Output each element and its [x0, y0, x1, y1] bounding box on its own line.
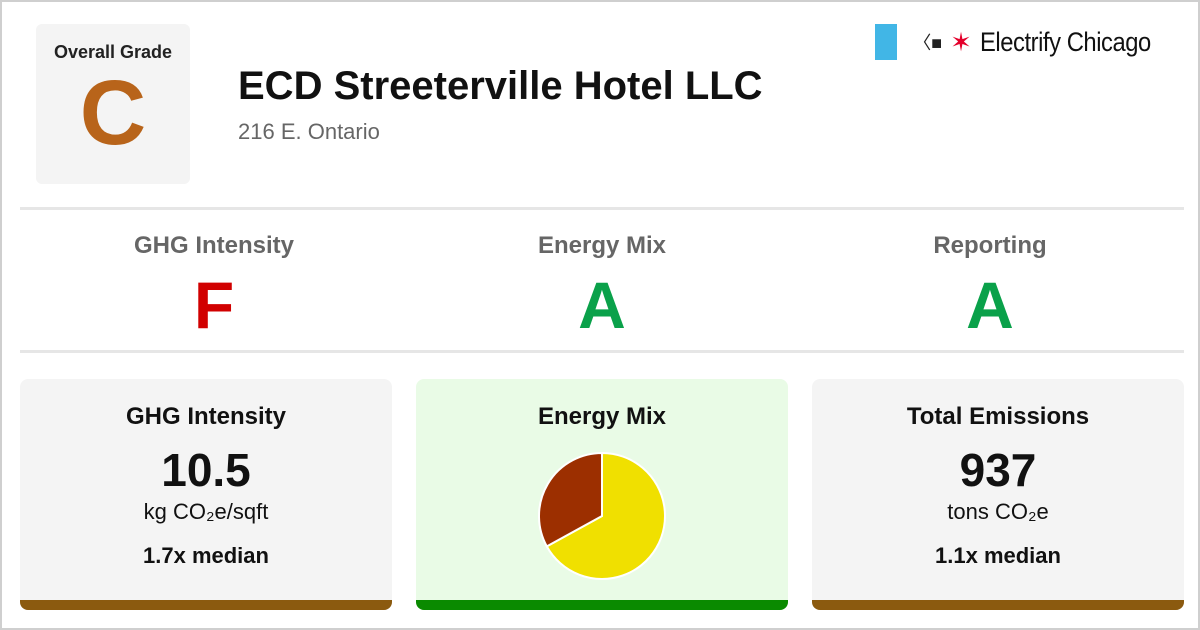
- total-emissions-value: 937: [959, 444, 1037, 496]
- grade-letter: F: [193, 268, 235, 342]
- card-accent-bar: [812, 600, 1184, 610]
- brand-logo[interactable]: 〈■ ✶ Electrify Chicago: [875, 24, 1174, 60]
- overall-grade-label: Overall Grade: [53, 42, 173, 62]
- metric-cards: GHG Intensity 10.5 kg CO₂e/sqft 1.7x med…: [20, 379, 1184, 610]
- grades-row: GHG Intensity F Energy Mix A Reporting A: [20, 212, 1184, 352]
- ghg-intensity-value: 10.5: [161, 444, 251, 496]
- brand-name: Electrify Chicago: [979, 26, 1151, 57]
- total-emissions-unit: tons CO₂e: [947, 499, 1049, 524]
- card-accent-bar: [416, 600, 788, 610]
- divider-middle: [20, 350, 1184, 353]
- building-address: 216 E. Ontario: [238, 119, 380, 144]
- ghg-intensity-card: GHG Intensity 10.5 kg CO₂e/sqft 1.7x med…: [20, 379, 392, 610]
- overall-grade-letter: C: [79, 62, 147, 164]
- overall-grade-box: Overall Grade C: [36, 24, 190, 184]
- ghg-intensity-median: 1.7x median: [143, 543, 269, 568]
- divider-top: [20, 207, 1184, 210]
- grade-letter: A: [578, 268, 626, 342]
- grade-reporting: Reporting A: [796, 212, 1184, 352]
- total-emissions-card: Total Emissions 937 tons CO₂e 1.1x media…: [812, 379, 1184, 610]
- card-title: Total Emissions: [906, 403, 1090, 430]
- chicago-flag-icon: [875, 24, 898, 60]
- grade-letter: A: [966, 268, 1014, 342]
- card-accent-bar: [20, 600, 392, 610]
- energy-mix-pie-chart: [538, 451, 666, 580]
- grade-ghg-intensity: GHG Intensity F: [20, 212, 408, 352]
- star-icon: ✶: [950, 27, 972, 57]
- grade-label: GHG Intensity: [133, 232, 295, 259]
- building-name: ECD Streeterville Hotel LLC: [238, 64, 763, 108]
- grade-label: Reporting: [933, 232, 1047, 259]
- energy-mix-card: Energy Mix: [416, 379, 788, 610]
- card-title: Energy Mix: [537, 403, 667, 430]
- card-title: GHG Intensity: [125, 403, 287, 430]
- plug-icon: 〈■: [913, 33, 943, 53]
- card-frame: Overall Grade C ECD Streeterville Hotel …: [0, 0, 1200, 630]
- total-emissions-median: 1.1x median: [935, 543, 1061, 568]
- grade-energy-mix: Energy Mix A: [408, 212, 796, 352]
- ghg-intensity-unit: kg CO₂e/sqft: [143, 499, 269, 524]
- grade-label: Energy Mix: [537, 232, 667, 259]
